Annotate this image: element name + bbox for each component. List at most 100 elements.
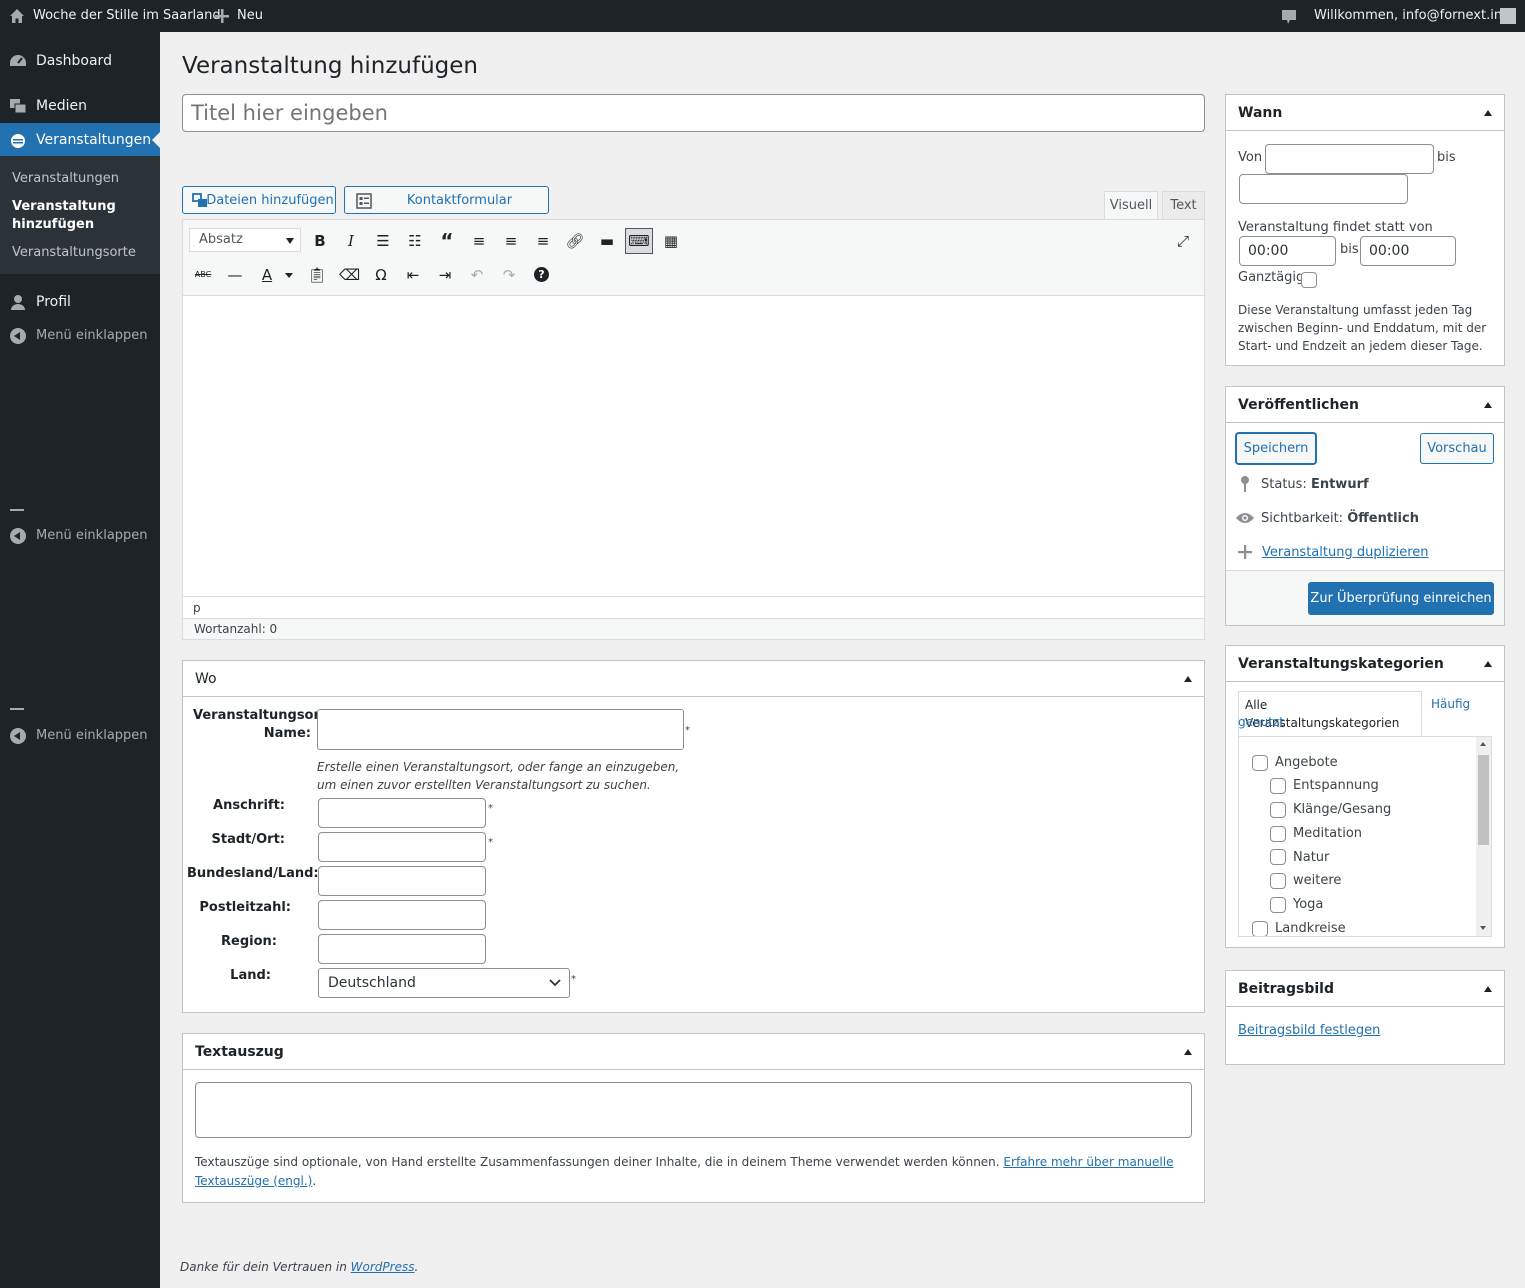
- editor-content[interactable]: [183, 296, 1204, 596]
- excerpt-textarea[interactable]: [195, 1082, 1192, 1138]
- location-box-header[interactable]: Wo: [183, 661, 1204, 697]
- duplicate-link[interactable]: Veranstaltung duplizieren: [1262, 545, 1429, 560]
- region-input[interactable]: [318, 934, 486, 964]
- required-marker: *: [488, 803, 493, 814]
- category-checkbox-angebote[interactable]: [1252, 755, 1268, 771]
- collapse-icon[interactable]: [1184, 676, 1192, 682]
- add-contact-form-button[interactable]: Kontaktformular hinzufügen: [344, 186, 549, 236]
- chevron-down-icon[interactable]: [285, 273, 293, 278]
- preview-button[interactable]: Vorschau: [1420, 433, 1494, 464]
- add-media-button[interactable]: Dateien hinzufügen: [182, 186, 336, 214]
- collapse-icon[interactable]: [1484, 110, 1492, 116]
- toolbar-toggle-icon[interactable]: ⌨: [625, 228, 653, 254]
- collapse-icon[interactable]: [1184, 1049, 1192, 1055]
- chevron-down-icon: [286, 238, 294, 244]
- form-icon[interactable]: ▦: [661, 231, 681, 251]
- category-checkbox-yoga[interactable]: [1270, 897, 1286, 913]
- tab-text[interactable]: Text: [1162, 191, 1205, 219]
- submenu-item-venues[interactable]: Veranstaltungsorte: [12, 244, 136, 262]
- collapse-icon[interactable]: [1484, 402, 1492, 408]
- format-select[interactable]: Absatz: [189, 228, 301, 252]
- horizontal-line-icon[interactable]: —: [225, 265, 245, 285]
- user-icon: [11, 295, 25, 310]
- state-input[interactable]: [318, 866, 486, 896]
- avatar[interactable]: [1500, 0, 1516, 32]
- when-box-header[interactable]: Wann: [1226, 95, 1504, 131]
- align-left-icon[interactable]: ≡: [469, 231, 489, 251]
- submit-review-button[interactable]: Zur Überprüfung einreichen: [1308, 582, 1494, 615]
- submenu-item-events[interactable]: Veranstaltungen: [12, 170, 119, 188]
- category-checkbox-klaenge[interactable]: [1270, 802, 1286, 818]
- fullscreen-icon[interactable]: ⤢: [1173, 231, 1193, 251]
- home-icon[interactable]: [9, 0, 25, 32]
- blockquote-icon[interactable]: “: [437, 231, 457, 251]
- tab-popular-categories[interactable]: Häufig genutzt: [1238, 695, 1493, 731]
- comment-icon[interactable]: [1281, 0, 1297, 32]
- category-checkbox-entspannung[interactable]: [1270, 778, 1286, 794]
- form-icon: [356, 193, 372, 209]
- wordpress-link[interactable]: WordPress: [351, 1260, 415, 1274]
- italic-icon[interactable]: I: [341, 231, 361, 251]
- collapse-menu-button[interactable]: Menü einklappen: [0, 521, 160, 551]
- category-checkbox-weitere[interactable]: [1270, 873, 1286, 889]
- align-right-icon[interactable]: ≡: [533, 231, 553, 251]
- scrollbar[interactable]: [1476, 737, 1491, 936]
- excerpt-box-header[interactable]: Textauszug: [183, 1034, 1204, 1070]
- link-icon[interactable]: 🔗︎: [565, 231, 585, 251]
- collapse-menu-button[interactable]: Menü einklappen: [0, 721, 160, 751]
- start-date-input[interactable]: [1265, 144, 1434, 174]
- collapse-menu-button[interactable]: Menü einklappen: [0, 321, 160, 351]
- publish-box-header[interactable]: Veröffentlichen: [1226, 387, 1504, 423]
- collapse-icon[interactable]: [1484, 661, 1492, 667]
- when-note: Diese Veranstaltung umfasst jeden Tag zw…: [1238, 303, 1487, 353]
- outdent-icon[interactable]: ⇤: [403, 265, 423, 285]
- set-featured-image-link[interactable]: Beitragsbild festlegen: [1238, 1023, 1380, 1038]
- sidebar-item-dashboard[interactable]: Dashboard: [0, 44, 160, 78]
- start-time-input[interactable]: [1239, 236, 1336, 266]
- undo-icon[interactable]: ↶: [467, 265, 487, 285]
- title-input[interactable]: [182, 94, 1205, 132]
- save-button[interactable]: Speichern: [1236, 433, 1316, 464]
- bold-icon[interactable]: B: [310, 231, 330, 251]
- admin-bar: Woche der Stille im Saarland Neu Willkom…: [0, 0, 1525, 32]
- sidebar-item-events[interactable]: Veranstaltungen: [0, 123, 160, 157]
- category-checkbox-meditation[interactable]: [1270, 826, 1286, 842]
- categories-box-header[interactable]: Veranstaltungskategorien: [1226, 646, 1504, 682]
- sidebar-item-profile[interactable]: Profil: [0, 285, 160, 319]
- align-center-icon[interactable]: ≡: [501, 231, 521, 251]
- help-icon[interactable]: ?: [534, 267, 549, 282]
- end-time-input[interactable]: [1360, 236, 1456, 266]
- redo-icon[interactable]: ↷: [499, 265, 519, 285]
- site-name-link[interactable]: Woche der Stille im Saarland: [33, 0, 221, 32]
- strikethrough-icon[interactable]: ABC: [193, 265, 213, 285]
- end-date-input[interactable]: [1239, 174, 1408, 204]
- bullet-list-icon[interactable]: ☰: [373, 231, 393, 251]
- address-input[interactable]: [318, 798, 486, 828]
- welcome-text[interactable]: Willkommen, info@fornext.info: [1314, 0, 1515, 32]
- venue-name-input[interactable]: [317, 709, 684, 750]
- new-link[interactable]: Neu: [237, 0, 263, 32]
- tab-visual[interactable]: Visuell: [1104, 191, 1158, 220]
- read-more-icon[interactable]: ▬: [597, 231, 617, 251]
- city-input[interactable]: [318, 832, 486, 862]
- country-select[interactable]: Deutschland: [318, 968, 570, 998]
- allday-checkbox[interactable]: [1301, 272, 1317, 288]
- chevron-down-icon: [549, 979, 561, 987]
- paste-text-icon[interactable]: 📋︎: [307, 265, 327, 285]
- special-character-icon[interactable]: Ω: [371, 265, 391, 285]
- time-label: Veranstaltung findet statt von: [1238, 220, 1433, 235]
- numbered-list-icon[interactable]: ☷: [405, 231, 425, 251]
- plus-icon[interactable]: [215, 0, 229, 32]
- indent-icon[interactable]: ⇥: [435, 265, 455, 285]
- collapse-icon[interactable]: [1484, 986, 1492, 992]
- category-checkbox-landkreise[interactable]: [1252, 921, 1268, 936]
- to-label: bis: [1437, 150, 1456, 165]
- featured-image-box-header[interactable]: Beitragsbild: [1226, 971, 1504, 1007]
- location-box: Wo Veranstaltungsort Name: * Erstelle ei…: [182, 660, 1205, 1013]
- submenu-item-add-event[interactable]: Veranstaltung hinzufügen: [12, 198, 132, 234]
- category-checkbox-natur[interactable]: [1270, 849, 1286, 865]
- zip-input[interactable]: [318, 900, 486, 930]
- clear-formatting-icon[interactable]: ⌫: [339, 265, 360, 285]
- text-color-icon[interactable]: A: [257, 265, 277, 285]
- sidebar-item-media[interactable]: Medien: [0, 89, 160, 123]
